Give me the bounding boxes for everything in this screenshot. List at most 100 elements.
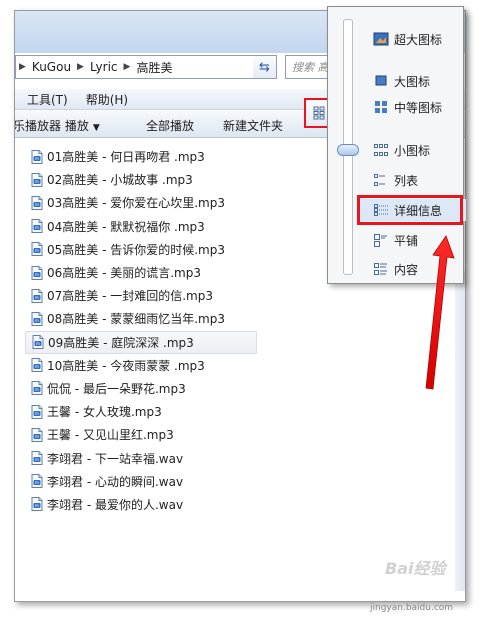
breadcrumb-separator-icon: ▶ bbox=[77, 62, 84, 72]
chevron-down-icon: ▼ bbox=[92, 123, 100, 133]
audio-file-icon: m bbox=[31, 149, 43, 164]
audio-file-icon: m bbox=[31, 288, 43, 303]
view-size-slider-thumb[interactable] bbox=[337, 144, 359, 156]
svg-text:m: m bbox=[35, 434, 39, 439]
file-name: 10高胜美 - 今夜雨蒙蒙 .mp3 bbox=[47, 358, 205, 373]
audio-file-icon: m bbox=[32, 335, 44, 350]
audio-file-icon: m bbox=[31, 265, 43, 280]
view-option-list[interactable]: 列表 bbox=[373, 169, 418, 191]
file-name: 06高胜美 - 美丽的谎言.mp3 bbox=[47, 266, 201, 281]
file-name: 01高胜美 - 何日再吻君 .mp3 bbox=[47, 150, 205, 165]
scroll-edge[interactable] bbox=[455, 271, 465, 591]
view-option-medium[interactable]: 中等图标 bbox=[373, 96, 442, 118]
audio-file-icon: m bbox=[31, 474, 43, 489]
file-row[interactable]: m 01高胜美 - 何日再吻君 .mp3 bbox=[25, 145, 325, 168]
svg-text:m: m bbox=[35, 249, 39, 254]
new-folder-button[interactable]: 新建文件夹 bbox=[223, 117, 283, 134]
file-row[interactable]: m 07高胜美 - 一封难回的信.mp3 bbox=[25, 284, 325, 307]
file-row[interactable]: m 王馨 - 女人玫瑰.mp3 bbox=[25, 400, 325, 423]
extra-large-icons-icon bbox=[373, 31, 389, 47]
file-name: 李翊君 - 心动的瞬间.wav bbox=[47, 474, 184, 489]
file-row[interactable]: m 02高胜美 - 小城故事 .mp3 bbox=[25, 168, 325, 191]
view-option-content[interactable]: 内容 bbox=[373, 258, 418, 280]
audio-file-icon: m bbox=[31, 404, 43, 419]
file-row[interactable]: m 李翊君 - 心动的瞬间.wav bbox=[25, 470, 325, 493]
breadcrumb-separator-icon: ▶ bbox=[123, 62, 131, 72]
svg-text:m: m bbox=[35, 504, 39, 509]
refresh-icon: ⇆ bbox=[259, 59, 270, 75]
svg-text:m: m bbox=[35, 156, 39, 161]
view-option-small[interactable]: 小图标 bbox=[373, 139, 430, 161]
audio-file-icon: m bbox=[31, 358, 43, 373]
file-name: 王馨 - 又见山里红.mp3 bbox=[47, 428, 174, 443]
audio-file-icon: m bbox=[31, 219, 43, 234]
menu-tools[interactable]: 工具(T) bbox=[15, 91, 77, 108]
svg-text:m: m bbox=[35, 202, 39, 207]
small-icons-icon bbox=[373, 142, 389, 158]
svg-text:m: m bbox=[35, 364, 39, 369]
view-grid-icon bbox=[313, 106, 325, 120]
file-name: 侃侃 - 最后一朵野花.mp3 bbox=[47, 381, 186, 396]
svg-text:m: m bbox=[35, 272, 39, 277]
audio-file-icon: m bbox=[31, 497, 43, 512]
list-view-icon bbox=[373, 172, 389, 188]
view-option-label: 小图标 bbox=[394, 143, 431, 158]
svg-text:m: m bbox=[36, 341, 40, 346]
refresh-button[interactable]: ⇆ bbox=[253, 55, 277, 79]
svg-text:m: m bbox=[35, 318, 39, 323]
play-with-button[interactable]: 乐播放器 播放 ▼ bbox=[14, 117, 100, 134]
view-option-label: 列表 bbox=[394, 173, 419, 188]
play-with-label: 乐播放器 播放 bbox=[14, 119, 89, 133]
breadcrumb-lyric[interactable]: Lyric bbox=[85, 56, 123, 78]
breadcrumb-kugou[interactable]: KuGou bbox=[27, 56, 76, 78]
view-option-label: 内容 bbox=[394, 262, 419, 277]
file-row[interactable]: m 05高胜美 - 告诉你爱的时候.mp3 bbox=[25, 238, 325, 261]
file-row[interactable]: m 09高胜美 - 庭院深深 .mp3 bbox=[25, 330, 257, 354]
medium-icons-icon bbox=[373, 99, 389, 115]
svg-text:m: m bbox=[35, 388, 39, 393]
file-row[interactable]: m 李翊君 - 下一站幸福.wav bbox=[25, 446, 325, 469]
file-row[interactable]: m 10高胜美 - 今夜雨蒙蒙 .mp3 bbox=[25, 354, 325, 377]
view-option-label: 平铺 bbox=[394, 233, 419, 248]
view-option-label: 超大图标 bbox=[394, 32, 443, 47]
view-menu: 超大图标 大图标 中等图标 小图标 列表 详细信息 平铺 内容 bbox=[327, 6, 466, 284]
audio-file-icon: m bbox=[31, 381, 43, 396]
file-name: 09高胜美 - 庭院深深 .mp3 bbox=[48, 335, 194, 350]
tiles-view-icon bbox=[373, 232, 389, 248]
file-name: 王馨 - 女人玫瑰.mp3 bbox=[47, 405, 162, 420]
view-option-tiles[interactable]: 平铺 bbox=[373, 229, 418, 251]
svg-text:m: m bbox=[35, 480, 39, 485]
file-name: 李翊君 - 最爱你的人.wav bbox=[47, 497, 184, 512]
file-row[interactable]: m 王馨 - 又见山里红.mp3 bbox=[25, 423, 325, 446]
file-row[interactable]: m 06高胜美 - 美丽的谎言.mp3 bbox=[25, 261, 325, 284]
file-row[interactable]: m 08高胜美 - 蒙蒙细雨忆当年.mp3 bbox=[25, 307, 325, 330]
file-row[interactable]: m 04高胜美 - 默默祝福你 .mp3 bbox=[25, 215, 325, 238]
audio-file-icon: m bbox=[31, 242, 43, 257]
file-name: 04高胜美 - 默默祝福你 .mp3 bbox=[47, 219, 205, 234]
play-all-button[interactable]: 全部播放 bbox=[146, 117, 194, 134]
menu-help[interactable]: 帮助(H) bbox=[77, 91, 137, 108]
file-row[interactable]: m 李翊君 - 最爱你的人.wav bbox=[25, 493, 325, 516]
view-option-extra-large[interactable]: 超大图标 bbox=[373, 28, 442, 50]
watermark-logo: Bai经验 bbox=[385, 559, 446, 578]
breadcrumb-current[interactable]: 高胜美 bbox=[131, 56, 177, 78]
svg-text:m: m bbox=[35, 457, 39, 462]
audio-file-icon: m bbox=[31, 311, 43, 326]
file-name: 02高胜美 - 小城故事 .mp3 bbox=[47, 173, 193, 188]
file-name: 03高胜美 - 爱你爱在心坎里.mp3 bbox=[47, 196, 225, 211]
view-option-label: 中等图标 bbox=[394, 100, 443, 115]
audio-file-icon: m bbox=[31, 427, 43, 442]
file-name: 07高胜美 - 一封难回的信.mp3 bbox=[47, 289, 213, 304]
file-name: 05高胜美 - 告诉你爱的时候.mp3 bbox=[47, 242, 225, 257]
details-highlight-box bbox=[357, 195, 463, 225]
breadcrumb-separator-icon: ▶ bbox=[19, 62, 26, 72]
file-name: 08高胜美 - 蒙蒙细雨忆当年.mp3 bbox=[47, 312, 225, 327]
file-row[interactable]: m 03高胜美 - 爱你爱在心坎里.mp3 bbox=[25, 191, 325, 214]
audio-file-icon: m bbox=[31, 451, 43, 466]
address-bar[interactable]: ▶ KuGou ▶ Lyric ▶ 高胜美 ▼ bbox=[15, 55, 274, 79]
file-row[interactable]: m 侃侃 - 最后一朵野花.mp3 bbox=[25, 377, 325, 400]
view-option-large[interactable]: 大图标 bbox=[373, 70, 430, 92]
svg-text:m: m bbox=[35, 179, 39, 184]
svg-text:m: m bbox=[35, 295, 39, 300]
file-list: m 01高胜美 - 何日再吻君 .mp3 m 02高胜美 - 小城故事 .mp3 m 03… bbox=[25, 145, 325, 516]
